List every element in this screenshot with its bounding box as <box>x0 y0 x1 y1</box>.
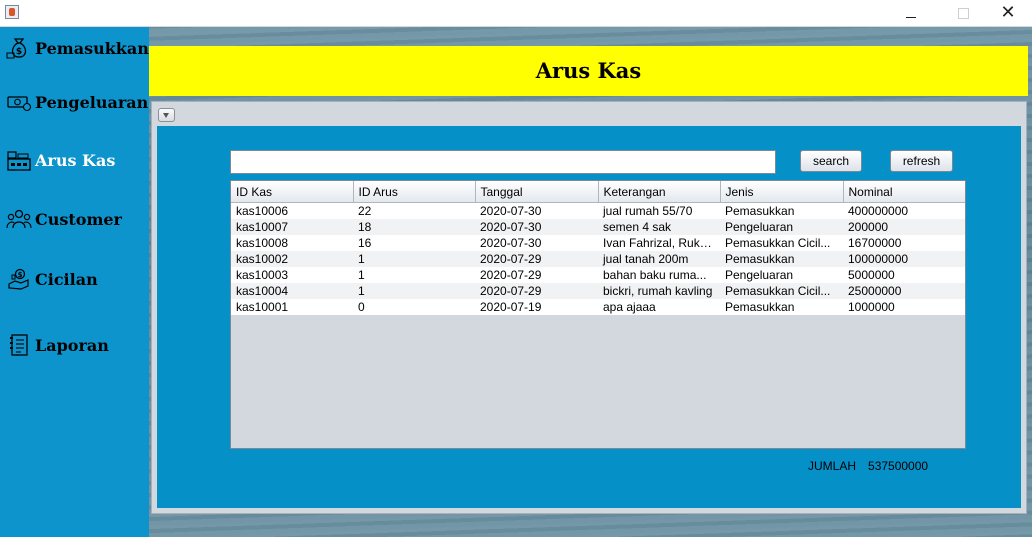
money-bag-icon: $ <box>6 36 32 60</box>
sidebar: $ Pemasukkan Pengeluaran Arus Kas Custom… <box>0 27 149 537</box>
svg-text:$: $ <box>18 271 23 279</box>
cell-keterangan: Ivan Fahrizal, Ruko... <box>598 235 720 251</box>
cell-id-arus: 18 <box>353 219 475 235</box>
table-row[interactable]: kas10008 16 2020-07-30 Ivan Fahrizal, Ru… <box>231 235 965 251</box>
sidebar-item-label: Arus Kas <box>35 150 116 170</box>
cell-nominal: 25000000 <box>843 283 965 299</box>
cell-id-arus: 16 <box>353 235 475 251</box>
users-icon <box>6 207 32 231</box>
cash-bill-icon <box>6 90 32 114</box>
search-button[interactable]: search <box>800 150 862 172</box>
column-header-id-kas[interactable]: ID Kas <box>231 181 354 203</box>
cell-keterangan: jual rumah 55/70 <box>598 202 720 219</box>
close-button[interactable]: ✕ <box>985 0 1031 26</box>
table-row[interactable]: kas10006 22 2020-07-30 jual rumah 55/70 … <box>231 202 965 219</box>
cell-keterangan: bickri, rumah kavling <box>598 283 720 299</box>
cell-jenis: Pemasukkan <box>720 299 843 315</box>
cell-jenis: Pemasukkan <box>720 251 843 267</box>
table-header-row: ID Kas ID Arus Tanggal Keterangan Jenis … <box>231 181 965 203</box>
table-row[interactable]: kas10001 0 2020-07-19 apa ajaaa Pemasukk… <box>231 299 965 315</box>
page-header: Arus Kas <box>149 46 1028 96</box>
sidebar-item-label: Laporan <box>35 335 109 355</box>
search-input[interactable] <box>230 150 776 174</box>
internal-frame: search refresh ID Kas ID Arus Tanggal Ke… <box>151 101 1027 514</box>
page-title: Arus Kas <box>535 58 642 83</box>
installment-icon: $ <box>6 267 32 291</box>
column-header-nominal[interactable]: Nominal <box>843 181 965 203</box>
cell-nominal: 400000000 <box>843 202 965 219</box>
sidebar-item-label: Pemasukkan <box>35 38 149 58</box>
total-summary: JUMLAH 537500000 <box>808 459 928 473</box>
sidebar-item-label: Customer <box>35 209 122 229</box>
cell-jenis: Pemasukkan <box>720 202 843 219</box>
cell-jenis: Pengeluaran <box>720 219 843 235</box>
java-cup-icon <box>5 5 19 19</box>
refresh-button[interactable]: refresh <box>890 150 953 172</box>
table-row[interactable]: kas10002 1 2020-07-29 jual tanah 200m Pe… <box>231 251 965 267</box>
sidebar-item-arus-kas[interactable]: Arus Kas <box>6 145 115 175</box>
maximize-button[interactable] <box>940 0 986 26</box>
cell-jenis: Pengeluaran <box>720 267 843 283</box>
close-icon: ✕ <box>1000 2 1016 23</box>
sidebar-item-laporan[interactable]: Laporan <box>6 330 109 360</box>
cash-register-icon <box>6 148 32 172</box>
sidebar-item-cicilan[interactable]: $ Cicilan <box>6 264 98 294</box>
cell-nominal: 1000000 <box>843 299 965 315</box>
cell-keterangan: apa ajaaa <box>598 299 720 315</box>
cell-tanggal: 2020-07-30 <box>475 219 598 235</box>
cell-nominal: 16700000 <box>843 235 965 251</box>
cell-tanggal: 2020-07-29 <box>475 251 598 267</box>
table-row[interactable]: kas10007 18 2020-07-30 semen 4 sak Penge… <box>231 219 965 235</box>
table-row[interactable]: kas10003 1 2020-07-29 bahan baku ruma...… <box>231 267 965 283</box>
sidebar-item-pemasukkan[interactable]: $ Pemasukkan <box>6 33 149 63</box>
report-icon <box>6 333 32 357</box>
column-header-keterangan[interactable]: Keterangan <box>598 181 721 203</box>
cell-tanggal: 2020-07-29 <box>475 283 598 299</box>
svg-text:$: $ <box>16 47 22 57</box>
cell-keterangan: bahan baku ruma... <box>598 267 720 283</box>
cell-id-kas: kas10008 <box>231 235 353 251</box>
column-header-jenis[interactable]: Jenis <box>720 181 844 203</box>
sidebar-item-customer[interactable]: Customer <box>6 204 122 234</box>
cell-id-arus: 1 <box>353 283 475 299</box>
cell-id-arus: 1 <box>353 251 475 267</box>
table-row[interactable]: kas10004 1 2020-07-29 bickri, rumah kavl… <box>231 283 965 299</box>
cell-nominal: 100000000 <box>843 251 965 267</box>
cell-id-kas: kas10002 <box>231 251 353 267</box>
column-header-tanggal[interactable]: Tanggal <box>475 181 599 203</box>
cell-tanggal: 2020-07-29 <box>475 267 598 283</box>
cell-id-kas: kas10007 <box>231 219 353 235</box>
cell-id-arus: 22 <box>353 202 475 219</box>
maximize-icon <box>957 8 969 19</box>
total-label: JUMLAH <box>808 459 857 473</box>
sidebar-item-label: Pengeluaran <box>35 92 149 112</box>
title-bar: ✕ <box>0 0 1032 27</box>
total-value: 537500000 <box>868 459 929 473</box>
cell-id-arus: 1 <box>353 267 475 283</box>
cell-jenis: Pemasukkan Cicil... <box>720 283 843 299</box>
cell-id-arus: 0 <box>353 299 475 315</box>
cell-tanggal: 2020-07-30 <box>475 202 598 219</box>
cell-nominal: 5000000 <box>843 267 965 283</box>
cell-keterangan: jual tanah 200m <box>598 251 720 267</box>
sidebar-item-pengeluaran[interactable]: Pengeluaran <box>6 87 148 117</box>
cell-id-kas: kas10004 <box>231 283 353 299</box>
cell-id-kas: kas10001 <box>231 299 353 315</box>
content-panel: search refresh ID Kas ID Arus Tanggal Ke… <box>157 126 1021 508</box>
collapse-button[interactable] <box>158 108 175 122</box>
cell-tanggal: 2020-07-30 <box>475 235 598 251</box>
sidebar-item-label: Cicilan <box>35 269 98 289</box>
cell-nominal: 200000 <box>843 219 965 235</box>
cell-keterangan: semen 4 sak <box>598 219 720 235</box>
minimize-button[interactable] <box>888 0 934 26</box>
cell-id-kas: kas10003 <box>231 267 353 283</box>
minimize-icon <box>906 17 916 18</box>
cell-jenis: Pemasukkan Cicil... <box>720 235 843 251</box>
cell-id-kas: kas10006 <box>231 202 353 219</box>
arus-kas-table[interactable]: ID Kas ID Arus Tanggal Keterangan Jenis … <box>230 180 966 449</box>
column-header-id-arus[interactable]: ID Arus <box>353 181 476 203</box>
cell-tanggal: 2020-07-19 <box>475 299 598 315</box>
